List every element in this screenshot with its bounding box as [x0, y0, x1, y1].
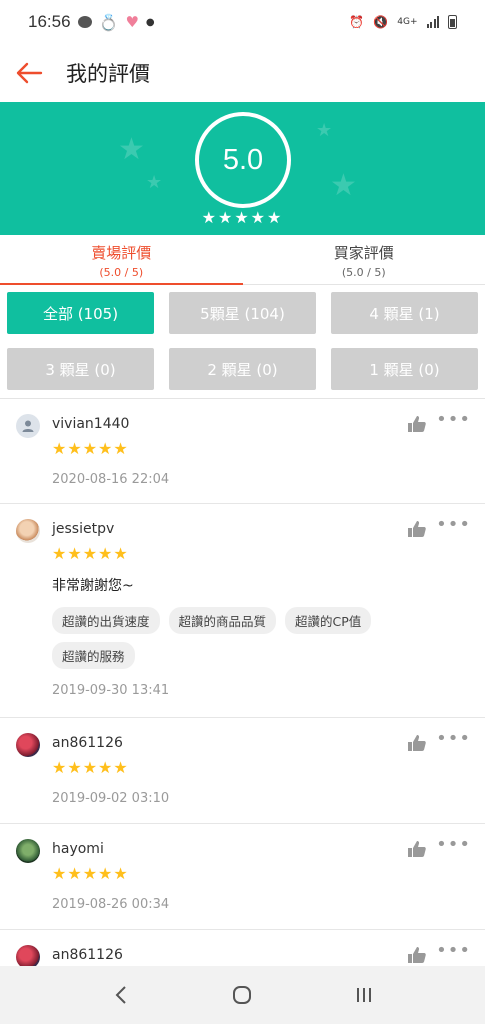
like-button[interactable] [407, 840, 427, 862]
review-date: 2019-09-02 03:10 [52, 791, 170, 806]
review-stars: ★★★★★ [52, 864, 129, 883]
avatar [16, 519, 40, 543]
page-title: 我的評價 [66, 62, 150, 86]
review-tag: 超讚的商品品質 [168, 607, 277, 634]
more-button[interactable]: ••• [436, 836, 471, 854]
status-bar: 16:56 💍 ♥ ● ⏰ 🔇 4G+ [0, 0, 485, 44]
filter-2-star[interactable]: 2 顆星 (0) [169, 348, 316, 390]
status-time: 16:56 [28, 12, 71, 31]
line-icon [77, 16, 92, 28]
review-list: vivian1440 ★★★★★ 2020-08-16 22:04 ••• je… [0, 399, 485, 1010]
network-label: 4G+ [397, 17, 418, 27]
thumbs-up-icon [408, 841, 426, 857]
tab-score: (5.0 / 5) [99, 266, 144, 279]
signal-icon [426, 16, 439, 28]
score-value: 5.0 [222, 143, 264, 176]
review-item: vivian1440 ★★★★★ 2020-08-16 22:04 ••• [0, 399, 485, 504]
review-date: 2020-08-16 22:04 [52, 472, 170, 487]
like-button[interactable] [407, 415, 427, 437]
more-button[interactable]: ••• [436, 411, 471, 429]
tab-label: 買家評價 [333, 244, 394, 262]
review-stars: ★★★★★ [52, 758, 129, 777]
filter-all[interactable]: 全部 (105) [7, 292, 154, 334]
back-arrow-icon [16, 62, 43, 84]
review-stars: ★★★★★ [52, 544, 129, 563]
star-filters: 全部 (105) 5顆星 (104) 4 顆星 (1) 3 顆星 (0) 2 顆… [0, 285, 485, 399]
review-date: 2019-08-26 00:34 [52, 897, 170, 912]
review-comment: 非常謝謝您~ [52, 578, 134, 594]
filter-3-star[interactable]: 3 顆星 (0) [7, 348, 154, 390]
system-nav-bar [0, 966, 485, 1024]
decor-star-icon: ★ [330, 168, 357, 203]
review-item: an861126 ★★★★★ 2019-09-02 03:10 ••• [0, 718, 485, 824]
review-item: jessietpv ★★★★★ 非常謝謝您~ 超讚的出貨速度 超讚的商品品質 超… [0, 504, 485, 718]
user-icon [22, 420, 34, 432]
score-ring: 5.0 [195, 112, 291, 208]
like-button[interactable] [407, 520, 427, 542]
nav-home-button[interactable] [227, 980, 257, 1010]
nav-back-button[interactable] [106, 980, 136, 1010]
tab-buyer-ratings[interactable]: 買家評價 (5.0 / 5) [243, 235, 485, 284]
screen: 16:56 💍 ♥ ● ⏰ 🔇 4G+ 我的評價 ★ ★ ★ ★ 5.0 ★★★… [0, 0, 485, 1024]
tab-label: 賣場評價 [91, 244, 152, 262]
thumbs-up-icon [408, 521, 426, 537]
tab-shop-ratings[interactable]: 賣場評價 (5.0 / 5) [0, 235, 243, 285]
filter-4-star[interactable]: 4 顆星 (1) [331, 292, 478, 334]
more-button[interactable]: ••• [436, 516, 471, 534]
decor-star-icon: ★ [316, 120, 333, 141]
decor-star-icon: ★ [118, 132, 145, 167]
review-date: 2019-09-30 13:41 [52, 683, 170, 698]
avatar [16, 839, 40, 863]
review-tags: 超讚的出貨速度 超讚的商品品質 超讚的CP值 超讚的服務 [52, 607, 485, 669]
review-stars: ★★★★★ [52, 439, 129, 458]
like-button[interactable] [407, 946, 427, 968]
decor-star-icon: ★ [146, 172, 163, 193]
more-button[interactable]: ••• [436, 730, 471, 748]
avatar [16, 733, 40, 757]
tab-score: (5.0 / 5) [341, 266, 386, 279]
heart-icon: ♥ [125, 13, 139, 31]
review-tag: 超讚的CP值 [285, 607, 372, 634]
nav-home-icon [233, 986, 252, 1004]
mute-icon: 🔇 [373, 15, 389, 29]
dot-icon: ● [145, 16, 155, 28]
nav-recents-icon [357, 988, 372, 1002]
like-button[interactable] [407, 734, 427, 756]
nav-recents-button[interactable] [349, 980, 379, 1010]
review-tag: 超讚的出貨速度 [52, 607, 160, 634]
alarm-icon: ⏰ [349, 15, 365, 29]
rating-hero: ★ ★ ★ ★ 5.0 ★★★★★ [0, 102, 485, 235]
thumbs-up-icon [408, 947, 426, 963]
nav-back-icon [115, 986, 126, 1004]
ring-icon: 💍 [98, 12, 119, 32]
app-header: 我的評價 [0, 44, 485, 102]
avatar [16, 414, 40, 438]
filter-1-star[interactable]: 1 顆星 (0) [331, 348, 478, 390]
more-button[interactable]: ••• [436, 942, 471, 960]
battery-icon [448, 15, 457, 29]
rating-tabs: 賣場評價 (5.0 / 5) 買家評價 (5.0 / 5) [0, 235, 485, 285]
back-button[interactable] [14, 58, 44, 88]
thumbs-up-icon [408, 416, 426, 432]
review-item: hayomi ★★★★★ 2019-08-26 00:34 ••• [0, 824, 485, 930]
filter-5-star[interactable]: 5顆星 (104) [169, 292, 316, 334]
score-stars: ★★★★★ [201, 208, 284, 227]
review-tag: 超讚的服務 [52, 642, 135, 669]
thumbs-up-icon [408, 735, 426, 751]
